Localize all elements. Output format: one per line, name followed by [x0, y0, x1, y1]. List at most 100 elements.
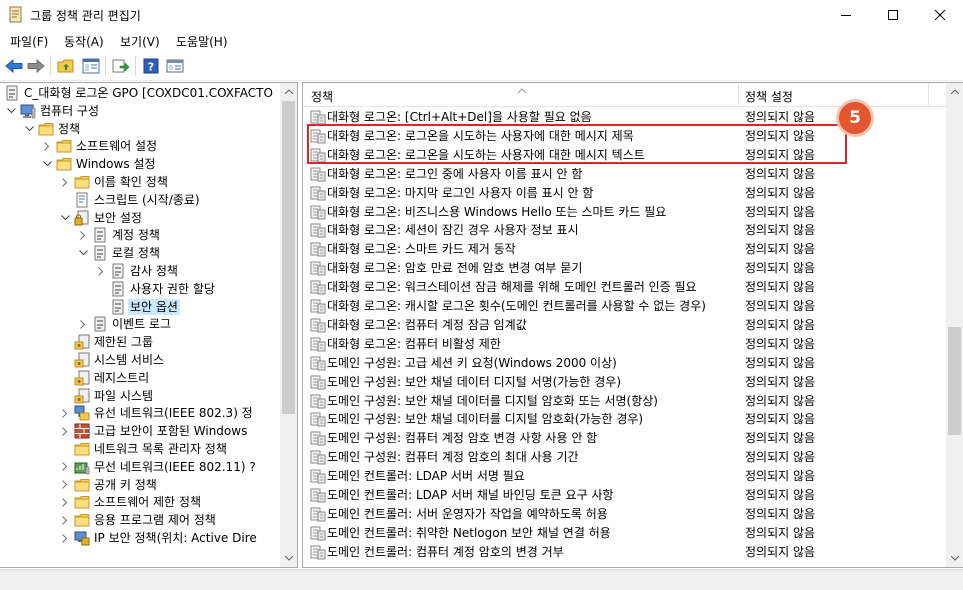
policy-row[interactable]: 도메인 구성원: 컴퓨터 계정 암호의 최대 사용 기간 정의되지 않음 — [303, 448, 943, 467]
menu-action[interactable]: 동작(A) — [64, 33, 104, 50]
policy-row[interactable]: 도메인 구성원: 컴퓨터 계정 암호 변경 사항 사용 안 함 정의되지 않음 — [303, 429, 943, 448]
chevron-down-icon[interactable] — [5, 102, 17, 120]
folder-icon — [74, 512, 90, 528]
tree-item[interactable]: 무선 네트워크(IEEE 802.11) ? — [0, 458, 280, 476]
tree-item[interactable]: 응용 프로그램 제어 정책 — [0, 511, 280, 529]
tree-item-label: Windows 설정 — [76, 157, 156, 172]
maximize-button[interactable] — [870, 0, 916, 30]
properties-button[interactable] — [164, 56, 186, 76]
tree-item[interactable]: 소프트웨어 설정 — [0, 137, 280, 155]
tree-item[interactable]: 스크립트 (시작/종료) — [0, 191, 280, 209]
column-header-policy[interactable]: 정책 — [311, 88, 333, 105]
tree-item[interactable]: 계정 정책 — [0, 226, 280, 244]
tree-item[interactable]: 제한된 그룹 — [0, 333, 280, 351]
policy-row[interactable]: 대화형 로그온: 암호 만료 전에 암호 변경 여부 묻기 정의되지 않음 — [303, 259, 943, 278]
policy-setting-value: 정의되지 않음 — [745, 355, 816, 370]
policy-row[interactable]: 대화형 로그온: 컴퓨터 계정 잠금 임계값 정의되지 않음 — [303, 316, 943, 335]
scroll-down-arrow-icon[interactable] — [280, 550, 297, 567]
tree-item[interactable]: 유선 네트워크(IEEE 802.3) 정 — [0, 404, 280, 422]
tree-item[interactable]: IP 보안 정책(위치: Active Dire — [0, 529, 280, 547]
list-scroll-thumb[interactable] — [948, 327, 961, 435]
policy-row[interactable]: 대화형 로그온: 비즈니스용 Windows Hello 또는 스마트 카드 필… — [303, 203, 943, 222]
close-button[interactable] — [917, 0, 963, 30]
tree-item[interactable]: Windows 설정 — [0, 155, 280, 173]
policy-row[interactable]: 도메인 구성원: 보안 채널 데이터를 디지털 암호화 또는 서명(항상) 정의되… — [303, 392, 943, 411]
policy-row[interactable]: 대화형 로그온: 세션이 잠긴 경우 사용자 정보 표시 정의되지 않음 — [303, 221, 943, 240]
chevron-right-icon[interactable] — [95, 262, 107, 280]
chevron-right-icon[interactable] — [59, 493, 71, 511]
export-list-button[interactable] — [110, 56, 132, 76]
tree-item[interactable]: 이벤트 로그 — [0, 315, 280, 333]
chevron-down-icon[interactable] — [77, 244, 89, 262]
policy-row[interactable]: 도메인 컨트롤러: 취약한 Netlogon 보안 채널 연결 허용 정의되지 않… — [303, 524, 943, 543]
scroll-down-arrow-icon[interactable] — [946, 550, 963, 567]
scroll-up-arrow-icon[interactable] — [946, 83, 963, 100]
chevron-right-icon[interactable] — [59, 476, 71, 494]
policy-row[interactable]: 대화형 로그온: 스마트 카드 제거 동작 정의되지 않음 — [303, 240, 943, 259]
chevron-right-icon[interactable] — [41, 137, 53, 155]
chevron-right-icon[interactable] — [59, 422, 71, 440]
show-hide-tree-button[interactable] — [80, 56, 102, 76]
chevron-down-icon[interactable] — [41, 155, 53, 173]
policy-setting-value: 정의되지 않음 — [745, 544, 816, 559]
tree-item[interactable]: 파일 시스템 — [0, 387, 280, 405]
tree-item[interactable]: 감사 정책 — [0, 262, 280, 280]
column-header-policy-setting[interactable]: 정책 설정 — [745, 88, 793, 105]
policy-setting-value: 정의되지 않음 — [745, 412, 816, 427]
tree-item[interactable]: 레지스트리 — [0, 369, 280, 387]
scroll-up-arrow-icon[interactable] — [280, 83, 297, 100]
tree-item[interactable]: 정책 — [0, 120, 280, 138]
policy-row[interactable]: 대화형 로그온: 마지막 로그인 사용자 이름 표시 안 함 정의되지 않음 — [303, 184, 943, 203]
chevron-right-icon[interactable] — [59, 458, 71, 476]
tree-item[interactable]: 네트워크 목록 관리자 정책 — [0, 440, 280, 458]
back-button[interactable] — [3, 56, 25, 76]
menu-view[interactable]: 보기(V) — [120, 33, 160, 50]
chevron-down-icon[interactable] — [59, 209, 71, 227]
policy-row[interactable]: 대화형 로그온: 캐시할 로그온 횟수(도메인 컨트롤러를 사용할 수 없는 경… — [303, 297, 943, 316]
up-one-level-button[interactable] — [55, 56, 77, 76]
menu-file[interactable]: 파일(F) — [10, 33, 48, 50]
chevron-right-icon[interactable] — [59, 529, 71, 547]
chevron-right-icon[interactable] — [59, 404, 71, 422]
tree-vertical-scrollbar[interactable] — [280, 83, 297, 567]
tree-item[interactable]: 사용자 권한 할당 — [0, 280, 280, 298]
policy-row[interactable]: 도메인 컨트롤러: 서버 운영자가 작업을 예약하도록 허용 정의되지 않음 — [303, 505, 943, 524]
computer-icon — [20, 103, 36, 119]
chevron-right-icon[interactable] — [77, 226, 89, 244]
column-divider[interactable] — [928, 83, 929, 107]
list-vertical-scrollbar[interactable] — [946, 83, 963, 567]
chevron-right-icon[interactable] — [59, 173, 71, 191]
policy-row[interactable]: 도메인 구성원: 보안 채널 데이터를 디지털 암호화(가능한 경우) 정의되지 … — [303, 410, 943, 429]
menu-help[interactable]: 도움말(H) — [176, 33, 228, 50]
help-button[interactable]: ? — [140, 56, 162, 76]
policy-row[interactable]: 대화형 로그온: 로그인 중에 사용자 이름 표시 안 함 정의되지 않음 — [303, 165, 943, 184]
tree-item[interactable]: 로컬 정책 — [0, 244, 280, 262]
minimize-button[interactable] — [823, 0, 869, 30]
policy-row[interactable]: 대화형 로그온: 워크스테이션 잠금 해제를 위해 도메인 컨트롤러 인증 필요… — [303, 278, 943, 297]
tree-scroll-thumb[interactable] — [282, 101, 295, 414]
chevron-down-icon[interactable] — [23, 120, 35, 138]
tree-item-label: 소프트웨어 제한 정책 — [94, 495, 201, 510]
tree-item[interactable]: 소프트웨어 제한 정책 — [0, 493, 280, 511]
column-divider[interactable] — [738, 83, 739, 107]
tree-item[interactable]: 공개 키 정책 — [0, 476, 280, 494]
tree-item[interactable]: C_대화형 로그온 GPO [COXDC01.COXFACTO — [0, 84, 280, 102]
tree-item[interactable]: 컴퓨터 구성 — [0, 102, 280, 120]
chevron-right-icon[interactable] — [77, 315, 89, 333]
tree-item[interactable]: 보안 옵션 — [0, 298, 280, 316]
policy-row[interactable]: 도메인 구성원: 고급 세션 키 요청(Windows 2000 이상) 정의되지… — [303, 354, 943, 373]
tree-item[interactable]: 보안 설정 — [0, 209, 280, 227]
chevron-right-icon[interactable] — [59, 511, 71, 529]
policy-row[interactable]: 대화형 로그온: 컴퓨터 비활성 제한 정의되지 않음 — [303, 335, 943, 354]
tree-item[interactable]: 고급 보안이 포함된 Windows — [0, 422, 280, 440]
policy-setting-value: 정의되지 않음 — [745, 317, 816, 332]
policy-row[interactable]: 도메인 구성원: 보안 채널 데이터 디지털 서명(가능한 경우) 정의되지 않음 — [303, 373, 943, 392]
policy-row[interactable]: 도메인 컨트롤러: LDAP 서버 서명 필요 정의되지 않음 — [303, 467, 943, 486]
policy-setting-icon — [310, 167, 326, 182]
tree-item-label: 제한된 그룹 — [94, 335, 154, 350]
policy-row[interactable]: 도메인 컨트롤러: 컴퓨터 계정 암호의 변경 거부 정의되지 않음 — [303, 543, 943, 562]
tree-item[interactable]: 시스템 서비스 — [0, 351, 280, 369]
forward-button[interactable] — [25, 56, 47, 76]
policy-row[interactable]: 도메인 컨트롤러: LDAP 서버 채널 바인딩 토큰 요구 사항 정의되지 않음 — [303, 486, 943, 505]
tree-item[interactable]: 이름 확인 정책 — [0, 173, 280, 191]
